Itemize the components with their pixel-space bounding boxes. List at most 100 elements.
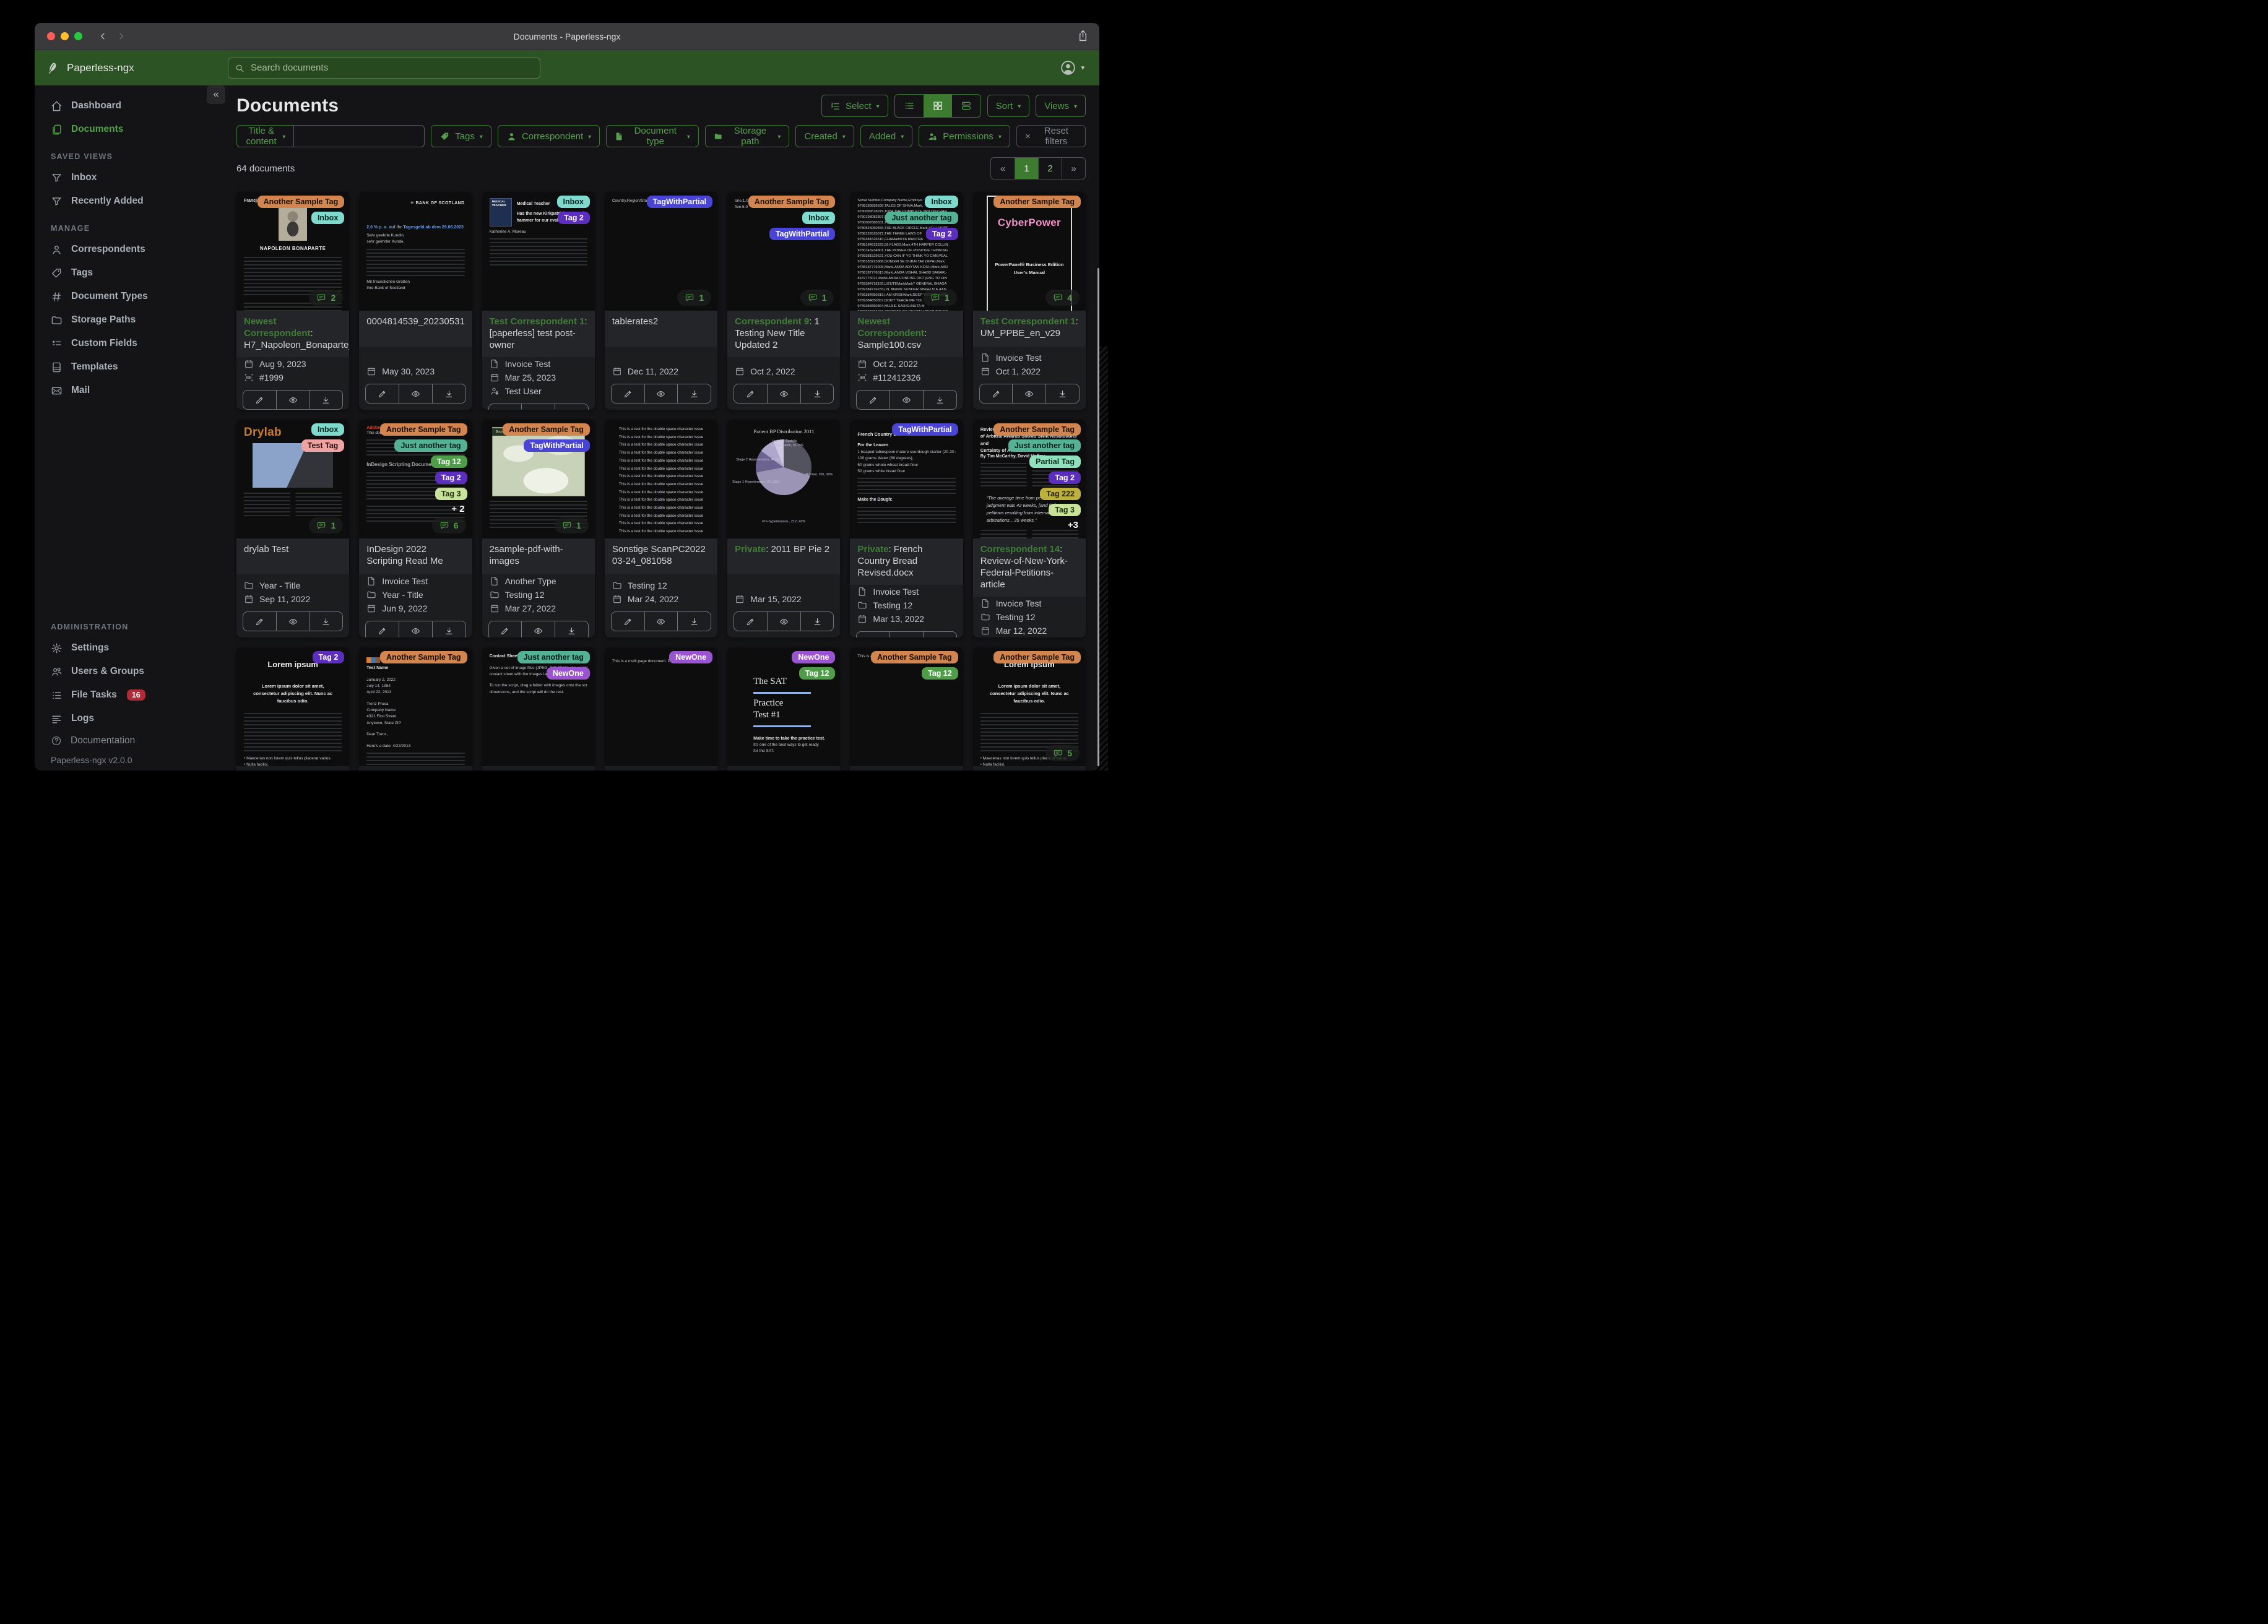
edit-button[interactable] bbox=[612, 612, 644, 631]
sidebar-item-inbox[interactable]: Inbox bbox=[35, 166, 228, 189]
tag-pill[interactable]: Another Sample Tag bbox=[503, 423, 590, 436]
title-correspondent[interactable]: Private bbox=[857, 544, 888, 555]
search-input[interactable] bbox=[249, 62, 534, 74]
document-card[interactable]: CyberPower PowerPanel® Business Edition … bbox=[973, 192, 1086, 410]
filter-document-type-button[interactable]: Document type▾ bbox=[606, 125, 699, 147]
document-title[interactable]: tablerates2 bbox=[605, 311, 717, 347]
edit-button[interactable] bbox=[734, 612, 767, 631]
filter-search-input[interactable] bbox=[293, 125, 425, 147]
tag-pill[interactable]: Inbox bbox=[802, 212, 835, 224]
view-cards-button[interactable] bbox=[952, 95, 980, 117]
document-card[interactable]: Lorem ipsum Lorem ipsum dolor sit amet, … bbox=[236, 647, 349, 771]
tag-pill[interactable]: Tag 3 bbox=[1049, 504, 1081, 516]
document-card[interactable]: Adobe This document contains in InDesign… bbox=[359, 420, 472, 637]
metadata-row[interactable]: Mar 24, 2022 bbox=[611, 592, 711, 606]
edit-button[interactable] bbox=[243, 612, 276, 631]
metadata-row[interactable]: Testing 12 bbox=[488, 588, 589, 602]
sidebar-item-logs[interactable]: Logs bbox=[35, 707, 228, 730]
comment-badge[interactable]: 1 bbox=[923, 290, 957, 306]
comment-badge[interactable]: 2 bbox=[309, 290, 343, 306]
metadata-row[interactable]: Invoice Test bbox=[979, 351, 1080, 365]
metadata-row[interactable]: Oct 2, 2022 bbox=[734, 365, 834, 378]
pagination-page-1[interactable]: 1 bbox=[1015, 158, 1038, 179]
comment-badge[interactable]: 4 bbox=[1045, 290, 1080, 306]
comment-badge[interactable]: 1 bbox=[555, 517, 589, 533]
document-title[interactable]: Newest Correspondent: H7_Napoleon_Bonapa… bbox=[236, 311, 349, 357]
metadata-row[interactable]: Mar 27, 2022 bbox=[488, 602, 589, 615]
metadata-row[interactable]: #112412326 bbox=[856, 371, 956, 384]
view-button[interactable] bbox=[276, 612, 309, 631]
metadata-row[interactable]: Invoice Test bbox=[488, 357, 589, 371]
tag-pill[interactable]: Tag 222 bbox=[1040, 488, 1081, 500]
document-thumbnail[interactable]: Serial Number,Company Name,Employe 97881… bbox=[850, 192, 963, 311]
view-button[interactable] bbox=[521, 621, 555, 637]
document-thumbnail[interactable]: Adobe This document contains in InDesign… bbox=[359, 420, 472, 538]
zoom-button[interactable] bbox=[74, 32, 82, 40]
tag-pill[interactable]: Tag 2 bbox=[313, 651, 345, 663]
metadata-row[interactable]: May 30, 2023 bbox=[365, 365, 465, 378]
filter-correspondent-button[interactable]: Correspondent▾ bbox=[498, 125, 600, 147]
document-thumbnail[interactable]: French Country Bread For the Leaven 1 he… bbox=[850, 420, 963, 538]
edit-button[interactable] bbox=[489, 621, 522, 637]
sidebar-item-recently-added[interactable]: Recently Added bbox=[35, 189, 228, 213]
tag-pill[interactable]: NewOne bbox=[547, 667, 590, 680]
tag-pill[interactable]: Test Tag bbox=[301, 439, 345, 452]
view-button[interactable] bbox=[399, 384, 432, 403]
tag-pill[interactable]: Just another tag bbox=[394, 439, 467, 452]
tag-pill[interactable]: Tag 12 bbox=[431, 456, 467, 468]
download-button[interactable] bbox=[555, 621, 588, 637]
tag-pill[interactable]: Another Sample Tag bbox=[748, 196, 836, 208]
forward-button[interactable] bbox=[116, 32, 126, 41]
download-button[interactable] bbox=[800, 612, 834, 631]
document-card[interactable]: MEDICAL TEACHER Medical Teacher Has the … bbox=[482, 192, 595, 410]
document-title[interactable]: Private: French Country Bread Revised.do… bbox=[850, 538, 963, 585]
tag-pill[interactable]: Just another tag bbox=[885, 212, 958, 224]
document-thumbnail[interactable]: Drylab In bbox=[236, 420, 349, 538]
metadata-row[interactable]: Dec 11, 2022 bbox=[611, 365, 711, 378]
document-thumbnail[interactable]: Country,Region/State," TagWithPartial bbox=[605, 192, 717, 311]
view-button[interactable] bbox=[521, 404, 555, 410]
tag-pill[interactable]: Tag 2 bbox=[435, 472, 467, 484]
document-thumbnail[interactable]: ✳ BANK OF SCOTLAND 2,0 % p. a. auf Ihr T… bbox=[359, 192, 472, 311]
metadata-row[interactable]: Year - Title bbox=[243, 579, 343, 592]
document-card[interactable]: ✳ BANK OF SCOTLAND 2,0 % p. a. auf Ihr T… bbox=[359, 192, 472, 410]
tag-pill[interactable]: Tag 12 bbox=[922, 667, 958, 680]
title-correspondent[interactable]: Newest Correspondent bbox=[244, 316, 311, 339]
filter-created-button[interactable]: Created▾ bbox=[795, 125, 854, 147]
app-brand[interactable]: Paperless-ngx bbox=[35, 61, 228, 75]
metadata-row[interactable]: Mar 25, 2023 bbox=[488, 371, 589, 384]
sidebar-item-tags[interactable]: Tags bbox=[35, 261, 228, 285]
tag-pill[interactable]: Just another tag bbox=[1008, 439, 1081, 452]
metadata-row[interactable]: Invoice Test bbox=[979, 597, 1080, 610]
tag-pill[interactable]: Another Sample Tag bbox=[258, 196, 345, 208]
document-card[interactable]: one,1.0 five,5.0 Another Sample Tag bbox=[727, 192, 840, 410]
document-thumbnail[interactable]: Contact Sheet Demo Given a set of image … bbox=[482, 647, 595, 766]
document-thumbnail[interactable]: This is a test for the double space char… bbox=[605, 420, 717, 538]
document-title[interactable]: 2sample-pdf-with-images bbox=[482, 538, 595, 574]
download-button[interactable] bbox=[923, 632, 956, 637]
download-button[interactable] bbox=[800, 384, 834, 403]
metadata-row[interactable]: Invoice Test bbox=[365, 574, 465, 588]
tag-pill[interactable]: NewOne bbox=[669, 651, 712, 663]
back-button[interactable] bbox=[98, 32, 108, 41]
document-title[interactable]: Correspondent 9: 1 Testing New Title Upd… bbox=[727, 311, 840, 357]
tag-pill[interactable]: Another Sample Tag bbox=[993, 196, 1081, 208]
edit-button[interactable] bbox=[243, 391, 276, 409]
sidebar-item-mail[interactable]: Mail bbox=[35, 379, 228, 402]
document-card[interactable]: Patient BP Distribution 2011 Isolated Sy… bbox=[727, 420, 840, 637]
comment-badge[interactable]: 6 bbox=[432, 517, 466, 533]
user-menu[interactable]: ▾ bbox=[1060, 59, 1099, 76]
share-icon[interactable] bbox=[1076, 29, 1089, 42]
document-title[interactable]: Test Correspondent 1: [paperless] test p… bbox=[482, 311, 595, 357]
document-thumbnail[interactable]: This is a test Another Sample Tag Tag 12 bbox=[850, 647, 963, 766]
download-button[interactable] bbox=[432, 384, 465, 403]
collapse-sidebar-button[interactable]: « bbox=[207, 85, 225, 104]
download-button[interactable] bbox=[309, 612, 343, 631]
pagination-page-2[interactable]: 2 bbox=[1038, 158, 1062, 179]
metadata-row[interactable]: Testing 12 bbox=[611, 579, 711, 592]
title-correspondent[interactable]: Correspondent 9 bbox=[735, 316, 809, 327]
tag-pill[interactable]: Tag 2 bbox=[558, 212, 590, 224]
document-card[interactable]: Francja pod r NAPOLEON BONAPARTE bbox=[236, 192, 349, 410]
tag-pill[interactable]: TagWithPartial bbox=[892, 423, 958, 436]
minimize-button[interactable] bbox=[61, 32, 69, 40]
